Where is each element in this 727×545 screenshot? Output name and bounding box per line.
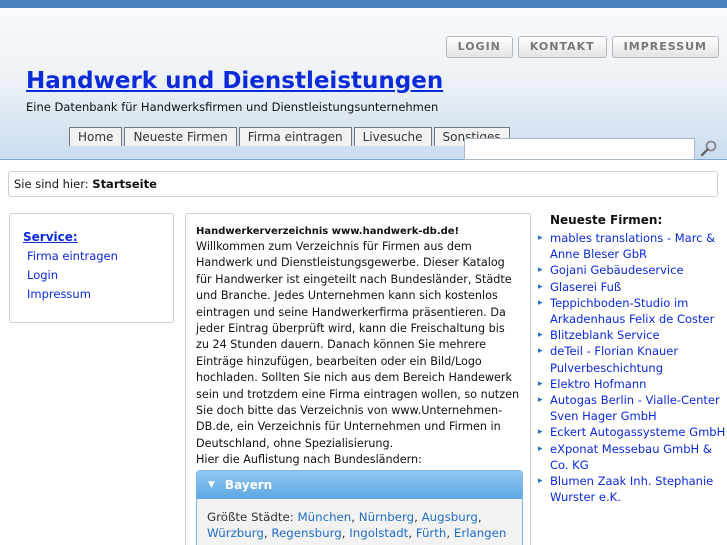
company-link[interactable]: Blitzeblank Service	[550, 328, 660, 342]
search-input[interactable]	[464, 138, 695, 160]
city-link[interactable]: Nürnberg	[359, 510, 414, 524]
accordion-body: Größte Städte: München, Nürnberg, Augsbu…	[197, 498, 522, 545]
list-item: Blumen Zaak Inh. Stephanie Wurster e.K.	[538, 473, 727, 505]
city-link[interactable]: Ingolstadt	[349, 526, 408, 540]
list-item: Teppichboden-Studio im Arkadenhaus Felix…	[538, 295, 727, 327]
list-intro: Hier die Auflistung nach Bundesländern:	[196, 453, 422, 467]
city-link[interactable]: Fürth	[416, 526, 447, 540]
service-link-impressum[interactable]: Impressum	[27, 285, 173, 304]
company-link[interactable]: mables translations - Marc & Anne Bleser…	[550, 231, 715, 261]
city-link[interactable]: Augsburg	[422, 510, 478, 524]
accordion-title: Bayern	[224, 477, 273, 492]
city-link[interactable]: München	[297, 510, 351, 524]
tab-neueste-firmen[interactable]: Neueste Firmen	[124, 127, 237, 146]
newest-companies: Neueste Firmen: mables translations - Ma…	[538, 213, 727, 505]
company-link[interactable]: Elektro Hofmann	[550, 377, 646, 391]
list-item: Gojani Gebäudeservice	[538, 262, 727, 278]
company-link[interactable]: Blumen Zaak Inh. Stephanie Wurster e.K.	[550, 474, 713, 504]
top-accent-bar	[0, 0, 727, 8]
newest-list: mables translations - Marc & Anne Bleser…	[538, 230, 727, 505]
city-link[interactable]: Regensburg	[271, 526, 341, 540]
service-title[interactable]: Service:	[23, 230, 173, 244]
company-link[interactable]: Eckert Autogassysteme GmbH	[550, 425, 725, 439]
site-title-link[interactable]: Handwerk und Dienstleistungen	[26, 68, 443, 94]
chevron-down-icon: ▼	[208, 479, 215, 490]
top-navigation: LOGIN KONTAKT IMPRESSUM	[445, 36, 719, 58]
newest-title: Neueste Firmen:	[550, 213, 663, 227]
service-link-login[interactable]: Login	[27, 266, 173, 285]
accordion-bayern: ▼ Bayern Größte Städte: München, Nürnber…	[196, 469, 523, 545]
list-item: mables translations - Marc & Anne Bleser…	[538, 230, 727, 262]
service-link-firma-eintragen[interactable]: Firma eintragen	[27, 247, 173, 266]
main-content: Handwerkerverzeichnis www.handwerk-db.de…	[185, 213, 531, 545]
list-item: Blitzeblank Service	[538, 327, 727, 343]
company-link[interactable]: Autogas Berlin - Vialle-Center Sven Hage…	[550, 393, 720, 423]
site-subtitle: Eine Datenbank für Handwerksfirmen und D…	[26, 100, 439, 114]
intro-text: Willkommen zum Verzeichnis für Firmen au…	[196, 240, 520, 450]
company-link[interactable]: deTeil - Florian Knauer Pulverbeschichtu…	[550, 344, 678, 374]
list-item: deTeil - Florian Knauer Pulverbeschichtu…	[538, 343, 727, 375]
accordion-header[interactable]: ▼ Bayern	[197, 470, 522, 499]
breadcrumb-prefix: Sie sind hier:	[14, 177, 89, 191]
cities-label: Größte Städte:	[207, 509, 294, 524]
kontakt-button[interactable]: KONTAKT	[517, 36, 607, 58]
breadcrumb: Sie sind hier: Startseite	[8, 171, 718, 197]
login-button[interactable]: LOGIN	[445, 36, 513, 58]
company-link[interactable]: Glaserei Fuß	[550, 280, 621, 294]
company-link[interactable]: Teppichboden-Studio im Arkadenhaus Felix…	[550, 296, 714, 326]
impressum-button[interactable]: IMPRESSUM	[611, 36, 719, 58]
city-link[interactable]: Würzburg	[207, 526, 264, 540]
intro-title: Handwerkerverzeichnis www.handwerk-db.de…	[196, 226, 460, 237]
service-box: Service: Firma eintragen Login Impressum	[9, 213, 174, 323]
tab-home[interactable]: Home	[69, 127, 123, 146]
list-item: Eckert Autogassysteme GmbH	[538, 424, 727, 440]
company-link[interactable]: eXponat Messebau GmbH & Co. KG	[550, 442, 712, 472]
list-item: Elektro Hofmann	[538, 376, 727, 392]
tab-livesuche[interactable]: Livesuche	[353, 127, 432, 146]
list-item: Autogas Berlin - Vialle-Center Sven Hage…	[538, 392, 727, 424]
list-item: eXponat Messebau GmbH & Co. KG	[538, 441, 727, 473]
search-icon[interactable]	[700, 139, 718, 157]
company-link[interactable]: Gojani Gebäudeservice	[550, 263, 684, 277]
city-link[interactable]: Erlangen	[454, 526, 507, 540]
main-tabs: Home Neueste Firmen Firma eintragen Live…	[69, 127, 510, 146]
breadcrumb-current: Startseite	[92, 177, 157, 191]
list-item: Glaserei Fuß	[538, 279, 727, 295]
tab-firma-eintragen[interactable]: Firma eintragen	[238, 127, 352, 146]
